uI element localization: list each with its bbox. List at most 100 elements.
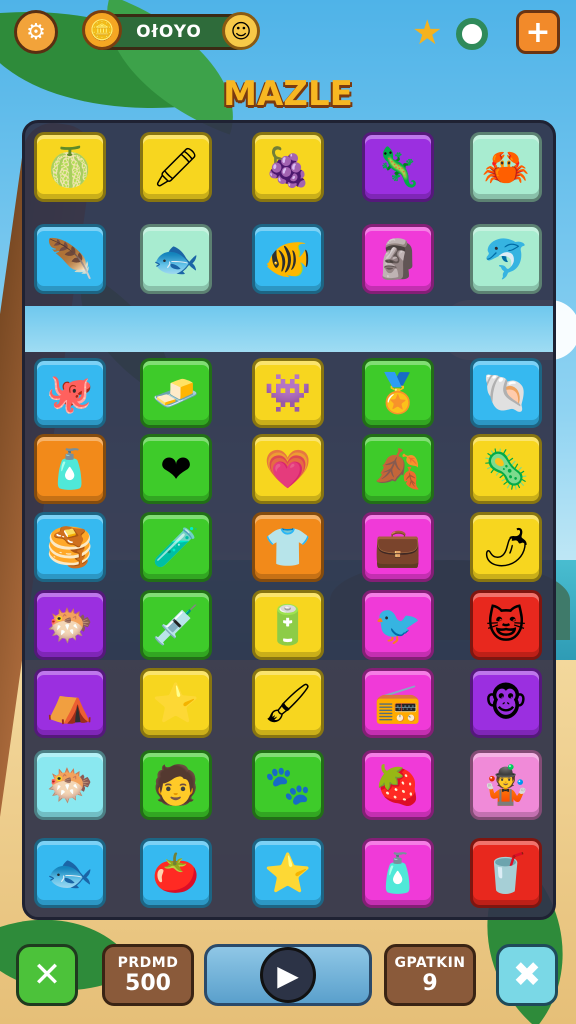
red-fish-icon: 🐟: [46, 851, 94, 895]
pufferfish-icon: 🐡: [46, 603, 94, 647]
tile-tomato[interactable]: 🍅: [140, 838, 212, 908]
tile-bird[interactable]: 🐦: [362, 590, 434, 660]
germ-icon: 🦠: [482, 447, 530, 491]
tile-statue[interactable]: 🗿: [362, 224, 434, 294]
cat-face-icon: 😺: [486, 603, 526, 647]
creature-icon: 🐾: [264, 763, 312, 807]
tile-dolphin[interactable]: 🐬: [470, 224, 542, 294]
monkey-face-icon: 🐵: [484, 681, 528, 725]
ring-icon[interactable]: [456, 18, 488, 50]
shell-icon: 🐚: [482, 371, 530, 415]
tile-fish[interactable]: 🐟: [140, 224, 212, 294]
cup-icon: 🥤: [482, 851, 530, 895]
tile-blob[interactable]: 👾: [252, 358, 324, 428]
melon-icon: 🍈: [46, 145, 94, 189]
radio-icon: 📻: [374, 681, 422, 725]
character-icon: 🧑: [152, 763, 200, 807]
tile-pepper[interactable]: 🌶: [470, 512, 542, 582]
octopus-icon: 🐙: [46, 371, 94, 415]
tile-blowfish[interactable]: 🐡: [34, 750, 106, 820]
tile-monkey-face[interactable]: 🐵: [470, 668, 542, 738]
play-button[interactable]: ▶: [260, 947, 316, 1003]
tile-lizard[interactable]: 🦎: [362, 132, 434, 202]
tube-icon: 🧴: [374, 851, 422, 895]
tile-gold-star[interactable]: ⭐: [252, 838, 324, 908]
add-button[interactable]: +: [516, 10, 560, 54]
leaf-icon: 🍂: [374, 447, 422, 491]
gear-icon: ⚙: [26, 19, 46, 45]
tile-character[interactable]: 🧑: [140, 750, 212, 820]
tile-red-fish[interactable]: 🐟: [34, 838, 106, 908]
shuffle-button[interactable]: ✕: [16, 944, 78, 1006]
juggler-icon: 🤹: [482, 763, 530, 807]
butter-icon: 🧈: [152, 371, 200, 415]
pancake-icon: 🥞: [46, 525, 94, 569]
smiley-icon: ☺: [222, 12, 260, 50]
pepper-icon: 🌶: [481, 525, 531, 569]
tent-icon: ⛺: [46, 681, 94, 725]
tile-juggler[interactable]: 🤹: [470, 750, 542, 820]
moves-value: 9: [422, 970, 438, 996]
tile-leaf[interactable]: 🍂: [362, 434, 434, 504]
board-gap: [25, 306, 553, 352]
tile-crab[interactable]: 🦀: [470, 132, 542, 202]
heart-icon: ❤: [160, 447, 192, 491]
paint-tube-icon: 🖌: [263, 681, 313, 725]
tools-button[interactable]: ✖: [496, 944, 558, 1006]
blowfish-icon: 🐡: [46, 763, 94, 807]
crab-icon: 🦀: [482, 145, 530, 189]
bird-icon: 🐦: [374, 603, 422, 647]
tile-vial[interactable]: 🧪: [140, 512, 212, 582]
tile-feather[interactable]: 🪶: [34, 224, 106, 294]
moves-panel: GPATKIN 9: [384, 944, 476, 1006]
shirt-icon: 👕: [264, 525, 312, 569]
tomato-icon: 🍅: [152, 851, 200, 895]
tile-star[interactable]: ⭐: [140, 668, 212, 738]
tile-suitcase[interactable]: 💼: [362, 512, 434, 582]
tile-badge[interactable]: 🏅: [362, 358, 434, 428]
tile-cup[interactable]: 🥤: [470, 838, 542, 908]
star-icon[interactable]: ★: [412, 16, 442, 50]
tile-crayon[interactable]: 🖍: [140, 132, 212, 202]
tile-strawberry[interactable]: 🍓: [362, 750, 434, 820]
tile-bottle[interactable]: 🧴: [34, 434, 106, 504]
tile-paint-tube[interactable]: 🖌: [252, 668, 324, 738]
tile-tent[interactable]: ⛺: [34, 668, 106, 738]
fish-icon: 🐟: [152, 237, 200, 281]
statue-icon: 🗿: [374, 237, 422, 281]
tile-creature[interactable]: 🐾: [252, 750, 324, 820]
tile-pufferfish[interactable]: 🐡: [34, 590, 106, 660]
coin-icon: 🪙: [82, 10, 122, 50]
tools-icon: ✖: [512, 955, 542, 995]
tile-heart[interactable]: ❤: [140, 434, 212, 504]
bottom-bar: ✕ PRDMD 500 ▶ GPATKIN 9 ✖: [0, 940, 576, 1010]
heart-pin-icon: 💗: [264, 447, 312, 491]
plus-icon: +: [525, 14, 551, 50]
tile-syringe[interactable]: 💉: [140, 590, 212, 660]
syringe-icon: 💉: [152, 603, 200, 647]
tile-melon[interactable]: 🍈: [34, 132, 106, 202]
settings-button[interactable]: ⚙: [14, 10, 58, 54]
tile-pancake[interactable]: 🥞: [34, 512, 106, 582]
tile-goldfish[interactable]: 🐠: [252, 224, 324, 294]
blob-icon: 👾: [264, 371, 312, 415]
tile-shell[interactable]: 🐚: [470, 358, 542, 428]
tile-octopus[interactable]: 🐙: [34, 358, 106, 428]
tile-butter[interactable]: 🧈: [140, 358, 212, 428]
tile-battery[interactable]: 🔋: [252, 590, 324, 660]
bottle-icon: 🧴: [46, 447, 94, 491]
tile-cat-face[interactable]: 😺: [470, 590, 542, 660]
play-bar[interactable]: ▶: [204, 944, 372, 1006]
strawberry-icon: 🍓: [374, 763, 422, 807]
tile-heart-pin[interactable]: 💗: [252, 434, 324, 504]
moves-label: GPATKIN: [394, 954, 466, 971]
tile-radio[interactable]: 📻: [362, 668, 434, 738]
tile-shirt[interactable]: 👕: [252, 512, 324, 582]
lizard-icon: 🦎: [374, 145, 422, 189]
battery-icon: 🔋: [264, 603, 312, 647]
tile-berry[interactable]: 🍇: [252, 132, 324, 202]
tile-germ[interactable]: 🦠: [470, 434, 542, 504]
play-icon: ▶: [277, 958, 299, 992]
score-label: PRDMD: [117, 954, 179, 971]
tile-tube[interactable]: 🧴: [362, 838, 434, 908]
